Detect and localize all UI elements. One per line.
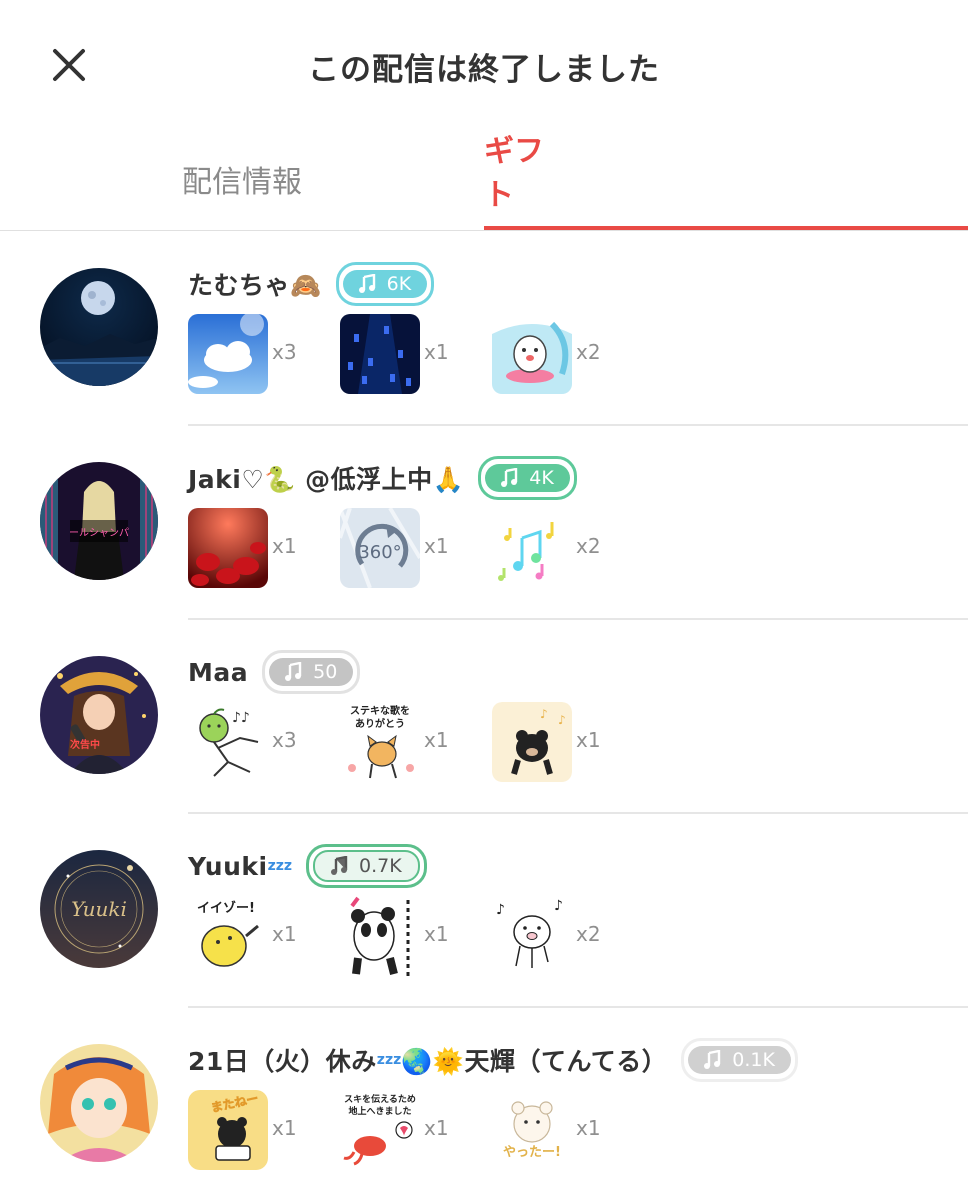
blue-light-rain-gift[interactable] (340, 314, 420, 394)
svg-text:イイゾー!: イイゾー! (197, 900, 255, 916)
singing-bear-gift[interactable]: ♪ ♪ (492, 702, 572, 782)
music-note-icon (358, 274, 375, 293)
music-note-icon (704, 1050, 721, 1069)
header: この配信は終了しました (0, 0, 968, 130)
sleep-zzz-icon: zzz (267, 858, 293, 874)
list-item: Yuuki Yuuki zzz 0.7K イイゾー! x1 x1 ♪ ♪ x2 (0, 814, 968, 1008)
gift-quantity: x3 (272, 340, 297, 364)
sleep-zzz-icon: zzz (376, 1052, 402, 1068)
gift-row: イイゾー! x1 x1 ♪ ♪ x2 (188, 896, 948, 976)
svg-text:次告中: 次告中 (70, 738, 100, 751)
gift-row: x3 x1 x2 (188, 314, 948, 394)
surfing-dog-gift[interactable] (492, 314, 572, 394)
gift-row: x1 360° x1 x2 (188, 508, 948, 588)
list-item: 21日（火）休み zzz 🌏🌞天輝（てんてる） 0.1K またねー x1 スキを伝え… (0, 1008, 968, 1202)
music-notes-gift[interactable] (492, 508, 572, 588)
username[interactable]: たむちゃ🙈 (188, 266, 322, 302)
sky-clouds-gift[interactable] (188, 314, 268, 394)
gift-quantity: x1 (272, 534, 297, 558)
avatar[interactable] (40, 268, 158, 386)
shiba-dog-gift[interactable]: ステキな歌を ありがとう (340, 702, 420, 782)
tab-stream-info[interactable]: 配信情報 (0, 130, 484, 228)
svg-text:360°: 360° (358, 542, 401, 563)
gift-quantity: x2 (576, 340, 601, 364)
gift-quantity: x1 (272, 1116, 297, 1140)
svg-text:♪: ♪ (558, 713, 566, 727)
music-note-icon (501, 468, 518, 487)
avatar[interactable]: ールシャンパ (40, 462, 158, 580)
list-item: 次告中 Maa 50 ♪♪ x3 ステキな歌を ありがとう x1 ♪ ♪ x1 (0, 620, 968, 814)
username-suffix[interactable]: 🌏🌞天輝（てんてる） (401, 1042, 667, 1078)
badge-value: 0.7K (359, 855, 402, 877)
tab-gifts[interactable]: ギフト (484, 130, 564, 210)
username[interactable]: 21日（火）休み (188, 1042, 377, 1078)
white-bear-gift[interactable]: やったー! (492, 1090, 572, 1170)
gift-quantity: x1 (424, 340, 449, 364)
svg-text:やったー!: やったー! (503, 1145, 561, 1160)
svg-text:♪♪: ♪♪ (232, 710, 250, 726)
badge-value: 4K (529, 467, 554, 489)
tabs-divider (0, 230, 968, 231)
svg-text:♪: ♪ (496, 902, 505, 918)
gift-row: ♪♪ x3 ステキな歌を ありがとう x1 ♪ ♪ x1 (188, 702, 948, 782)
dancing-apple-gift[interactable]: ♪♪ (188, 702, 268, 782)
music-points-badge: 4K (478, 456, 577, 500)
svg-text:♪: ♪ (554, 898, 563, 914)
svg-text:ステキな歌を: ステキな歌を (350, 704, 410, 717)
panda-gift[interactable] (340, 896, 420, 976)
music-points-badge: 0.7K (306, 844, 427, 888)
username[interactable]: Maa (188, 658, 248, 687)
bear-phone-gift[interactable]: またねー (188, 1090, 268, 1170)
list-item: たむちゃ🙈 6K x3 x1 x2 (0, 232, 968, 426)
page-title: この配信は終了しました (308, 52, 660, 88)
gift-quantity: x1 (576, 728, 601, 752)
username[interactable]: Jaki♡🐍 @低浮上中🙏 (188, 460, 464, 496)
svg-text:Yuuki: Yuuki (71, 897, 127, 921)
avatar[interactable] (40, 1044, 158, 1162)
svg-text:ありがとう: ありがとう (355, 717, 405, 730)
music-points-badge: 50 (262, 650, 361, 694)
gift-quantity: x1 (576, 1116, 601, 1140)
octopus-heart-gift[interactable]: スキを伝えるため 地上へきました (340, 1090, 420, 1170)
svg-text:地上へきました: 地上へきました (348, 1105, 411, 1117)
gift-quantity: x1 (424, 922, 449, 946)
svg-text:ールシャンパ: ールシャンパ (69, 527, 129, 539)
username[interactable]: Yuuki (188, 852, 268, 881)
gift-quantity: x2 (576, 922, 601, 946)
music-note-icon (285, 662, 302, 681)
red-flowers-gift[interactable] (188, 508, 268, 588)
badge-value: 0.1K (732, 1049, 775, 1071)
yellow-chick-gift[interactable]: イイゾー! (188, 896, 268, 976)
music-points-badge: 6K (335, 262, 435, 306)
tab-bar: 配信情報 ギフト (0, 130, 968, 231)
badge-value: 6K (386, 273, 412, 295)
music-note-icon (331, 856, 348, 875)
gift-quantity: x2 (576, 534, 601, 558)
gift-quantity: x1 (424, 534, 449, 558)
dancing-pig-gift[interactable]: ♪ ♪ (492, 896, 572, 976)
svg-text:♪: ♪ (540, 707, 548, 721)
avatar[interactable]: Yuuki (40, 850, 158, 968)
list-item: ールシャンパ Jaki♡🐍 @低浮上中🙏 4K x1 360° x1 x2 (0, 426, 968, 620)
gift-quantity: x3 (272, 728, 297, 752)
gift-row: またねー x1 スキを伝えるため 地上へきました x1 やったー! x1 (188, 1090, 948, 1170)
gift-quantity: x1 (424, 1116, 449, 1140)
svg-text:スキを伝えるため: スキを伝えるため (344, 1093, 416, 1105)
360-rotate-gift[interactable]: 360° (340, 508, 420, 588)
music-points-badge: 0.1K (681, 1038, 798, 1082)
gift-quantity: x1 (272, 922, 297, 946)
avatar[interactable]: 次告中 (40, 656, 158, 774)
gift-quantity: x1 (424, 728, 449, 752)
badge-value: 50 (313, 661, 338, 683)
